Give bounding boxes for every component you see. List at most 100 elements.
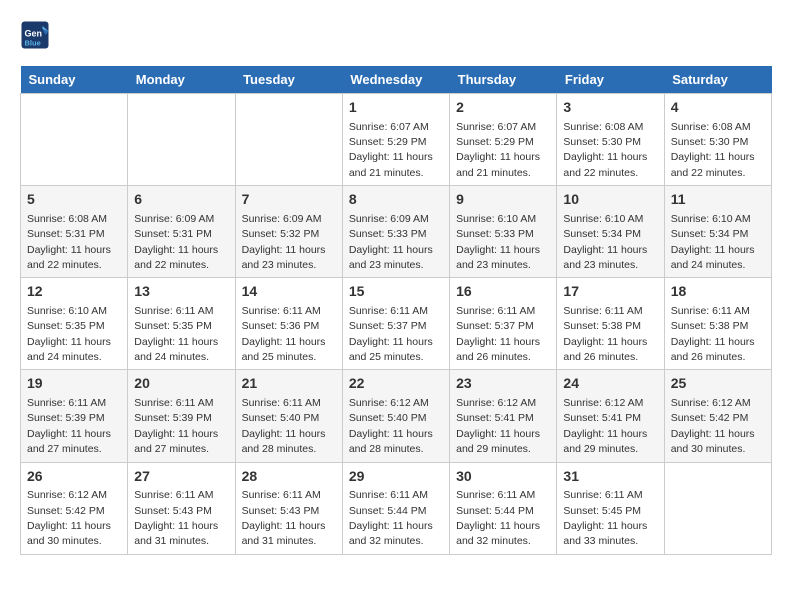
header-cell-sunday: Sunday [21, 66, 128, 94]
day-cell: 4 Sunrise: 6:08 AMSunset: 5:30 PMDayligh… [664, 94, 771, 186]
day-info: Sunrise: 6:11 AMSunset: 5:45 PMDaylight:… [563, 489, 647, 547]
day-info: Sunrise: 6:11 AMSunset: 5:39 PMDaylight:… [27, 397, 111, 455]
day-info: Sunrise: 6:12 AMSunset: 5:41 PMDaylight:… [563, 397, 647, 455]
day-number: 25 [671, 374, 765, 394]
header-cell-wednesday: Wednesday [342, 66, 449, 94]
day-cell: 29 Sunrise: 6:11 AMSunset: 5:44 PMDaylig… [342, 462, 449, 554]
day-number: 20 [134, 374, 228, 394]
day-info: Sunrise: 6:11 AMSunset: 5:43 PMDaylight:… [242, 489, 326, 547]
header-cell-saturday: Saturday [664, 66, 771, 94]
calendar-header: SundayMondayTuesdayWednesdayThursdayFrid… [21, 66, 772, 94]
day-cell: 19 Sunrise: 6:11 AMSunset: 5:39 PMDaylig… [21, 370, 128, 462]
header-cell-friday: Friday [557, 66, 664, 94]
day-info: Sunrise: 6:11 AMSunset: 5:35 PMDaylight:… [134, 305, 218, 363]
day-number: 26 [27, 467, 121, 487]
day-number: 27 [134, 467, 228, 487]
week-row-1: 1 Sunrise: 6:07 AMSunset: 5:29 PMDayligh… [21, 94, 772, 186]
week-row-2: 5 Sunrise: 6:08 AMSunset: 5:31 PMDayligh… [21, 186, 772, 278]
svg-text:Gen: Gen [25, 29, 43, 39]
day-cell: 17 Sunrise: 6:11 AMSunset: 5:38 PMDaylig… [557, 278, 664, 370]
day-number: 19 [27, 374, 121, 394]
day-number: 23 [456, 374, 550, 394]
day-cell: 30 Sunrise: 6:11 AMSunset: 5:44 PMDaylig… [450, 462, 557, 554]
day-cell: 10 Sunrise: 6:10 AMSunset: 5:34 PMDaylig… [557, 186, 664, 278]
day-number: 17 [563, 282, 657, 302]
page-header: Gen Blue [20, 20, 772, 50]
day-cell: 22 Sunrise: 6:12 AMSunset: 5:40 PMDaylig… [342, 370, 449, 462]
svg-text:Blue: Blue [25, 39, 41, 48]
day-cell: 16 Sunrise: 6:11 AMSunset: 5:37 PMDaylig… [450, 278, 557, 370]
calendar-table: SundayMondayTuesdayWednesdayThursdayFrid… [20, 66, 772, 555]
calendar-body: 1 Sunrise: 6:07 AMSunset: 5:29 PMDayligh… [21, 94, 772, 555]
day-number: 29 [349, 467, 443, 487]
day-cell: 18 Sunrise: 6:11 AMSunset: 5:38 PMDaylig… [664, 278, 771, 370]
header-row: SundayMondayTuesdayWednesdayThursdayFrid… [21, 66, 772, 94]
day-cell: 31 Sunrise: 6:11 AMSunset: 5:45 PMDaylig… [557, 462, 664, 554]
day-info: Sunrise: 6:10 AMSunset: 5:34 PMDaylight:… [671, 213, 755, 271]
day-number: 9 [456, 190, 550, 210]
day-number: 14 [242, 282, 336, 302]
logo-icon: Gen Blue [20, 20, 50, 50]
day-cell [128, 94, 235, 186]
day-info: Sunrise: 6:08 AMSunset: 5:30 PMDaylight:… [563, 121, 647, 179]
day-number: 2 [456, 98, 550, 118]
day-number: 1 [349, 98, 443, 118]
logo: Gen Blue [20, 20, 54, 50]
day-cell: 23 Sunrise: 6:12 AMSunset: 5:41 PMDaylig… [450, 370, 557, 462]
day-number: 16 [456, 282, 550, 302]
day-info: Sunrise: 6:11 AMSunset: 5:44 PMDaylight:… [456, 489, 540, 547]
header-cell-thursday: Thursday [450, 66, 557, 94]
day-info: Sunrise: 6:09 AMSunset: 5:33 PMDaylight:… [349, 213, 433, 271]
day-cell: 3 Sunrise: 6:08 AMSunset: 5:30 PMDayligh… [557, 94, 664, 186]
day-cell: 24 Sunrise: 6:12 AMSunset: 5:41 PMDaylig… [557, 370, 664, 462]
day-number: 22 [349, 374, 443, 394]
week-row-4: 19 Sunrise: 6:11 AMSunset: 5:39 PMDaylig… [21, 370, 772, 462]
day-number: 10 [563, 190, 657, 210]
day-cell: 1 Sunrise: 6:07 AMSunset: 5:29 PMDayligh… [342, 94, 449, 186]
day-number: 18 [671, 282, 765, 302]
day-cell: 2 Sunrise: 6:07 AMSunset: 5:29 PMDayligh… [450, 94, 557, 186]
day-cell: 20 Sunrise: 6:11 AMSunset: 5:39 PMDaylig… [128, 370, 235, 462]
day-info: Sunrise: 6:08 AMSunset: 5:30 PMDaylight:… [671, 121, 755, 179]
day-cell: 28 Sunrise: 6:11 AMSunset: 5:43 PMDaylig… [235, 462, 342, 554]
day-number: 28 [242, 467, 336, 487]
day-info: Sunrise: 6:09 AMSunset: 5:31 PMDaylight:… [134, 213, 218, 271]
day-info: Sunrise: 6:10 AMSunset: 5:34 PMDaylight:… [563, 213, 647, 271]
day-info: Sunrise: 6:12 AMSunset: 5:42 PMDaylight:… [671, 397, 755, 455]
day-cell: 9 Sunrise: 6:10 AMSunset: 5:33 PMDayligh… [450, 186, 557, 278]
day-number: 31 [563, 467, 657, 487]
day-cell: 14 Sunrise: 6:11 AMSunset: 5:36 PMDaylig… [235, 278, 342, 370]
day-info: Sunrise: 6:11 AMSunset: 5:37 PMDaylight:… [349, 305, 433, 363]
day-info: Sunrise: 6:12 AMSunset: 5:42 PMDaylight:… [27, 489, 111, 547]
day-cell [664, 462, 771, 554]
day-number: 3 [563, 98, 657, 118]
day-cell [235, 94, 342, 186]
day-info: Sunrise: 6:08 AMSunset: 5:31 PMDaylight:… [27, 213, 111, 271]
day-cell: 5 Sunrise: 6:08 AMSunset: 5:31 PMDayligh… [21, 186, 128, 278]
day-cell: 21 Sunrise: 6:11 AMSunset: 5:40 PMDaylig… [235, 370, 342, 462]
day-cell: 15 Sunrise: 6:11 AMSunset: 5:37 PMDaylig… [342, 278, 449, 370]
day-cell: 25 Sunrise: 6:12 AMSunset: 5:42 PMDaylig… [664, 370, 771, 462]
day-info: Sunrise: 6:07 AMSunset: 5:29 PMDaylight:… [456, 121, 540, 179]
day-info: Sunrise: 6:11 AMSunset: 5:38 PMDaylight:… [671, 305, 755, 363]
day-info: Sunrise: 6:11 AMSunset: 5:37 PMDaylight:… [456, 305, 540, 363]
header-cell-tuesday: Tuesday [235, 66, 342, 94]
day-number: 8 [349, 190, 443, 210]
day-cell: 27 Sunrise: 6:11 AMSunset: 5:43 PMDaylig… [128, 462, 235, 554]
day-number: 11 [671, 190, 765, 210]
day-number: 21 [242, 374, 336, 394]
week-row-5: 26 Sunrise: 6:12 AMSunset: 5:42 PMDaylig… [21, 462, 772, 554]
day-info: Sunrise: 6:10 AMSunset: 5:33 PMDaylight:… [456, 213, 540, 271]
day-number: 15 [349, 282, 443, 302]
day-info: Sunrise: 6:11 AMSunset: 5:39 PMDaylight:… [134, 397, 218, 455]
day-cell: 13 Sunrise: 6:11 AMSunset: 5:35 PMDaylig… [128, 278, 235, 370]
day-info: Sunrise: 6:11 AMSunset: 5:44 PMDaylight:… [349, 489, 433, 547]
day-info: Sunrise: 6:10 AMSunset: 5:35 PMDaylight:… [27, 305, 111, 363]
day-number: 6 [134, 190, 228, 210]
day-number: 24 [563, 374, 657, 394]
header-cell-monday: Monday [128, 66, 235, 94]
day-info: Sunrise: 6:11 AMSunset: 5:36 PMDaylight:… [242, 305, 326, 363]
day-info: Sunrise: 6:09 AMSunset: 5:32 PMDaylight:… [242, 213, 326, 271]
day-number: 5 [27, 190, 121, 210]
day-cell [21, 94, 128, 186]
